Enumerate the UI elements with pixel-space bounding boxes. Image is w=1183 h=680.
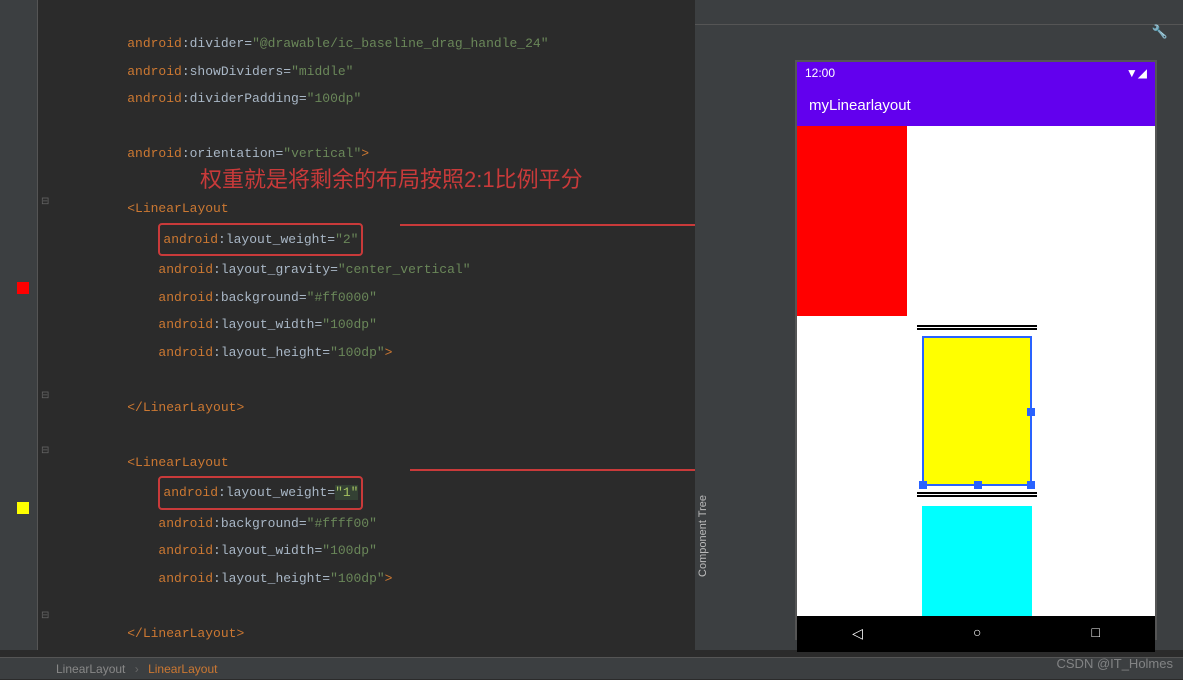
nav-back-icon[interactable]: ◁ bbox=[852, 626, 863, 643]
breadcrumb-separator: › bbox=[129, 662, 145, 676]
code-line[interactable]: <LinearLayout bbox=[56, 195, 676, 223]
nav-home-icon[interactable]: ○ bbox=[973, 626, 981, 642]
app-title: myLinearlayout bbox=[809, 97, 911, 114]
breadcrumb-item[interactable]: LinearLayout bbox=[56, 662, 125, 676]
code-line[interactable]: android:dividerPadding="100dp" bbox=[56, 85, 676, 113]
code-line[interactable]: android:layout_width="100dp" bbox=[56, 311, 676, 339]
annotation-label: 权重就是将剩余的布局按照2:1比例平分 bbox=[200, 162, 583, 194]
code-line[interactable]: </LinearLayout> bbox=[56, 394, 676, 422]
watermark: CSDN @IT_Holmes bbox=[1057, 656, 1174, 671]
fold-marker[interactable]: ⊟ bbox=[41, 390, 51, 400]
divider-bottom bbox=[917, 492, 1037, 497]
code-line[interactable] bbox=[56, 113, 676, 141]
status-icons: ▼◢ bbox=[1126, 66, 1147, 80]
fold-marker[interactable]: ⊟ bbox=[41, 196, 51, 206]
code-line[interactable]: android:layout_height="100dp"> bbox=[56, 565, 676, 593]
divider-top bbox=[917, 325, 1037, 330]
code-line[interactable]: android:showDividers="middle" bbox=[56, 58, 676, 86]
editor-gutter[interactable] bbox=[0, 0, 38, 650]
code-line[interactable]: android:divider="@drawable/ic_baseline_d… bbox=[56, 30, 676, 58]
red-linearlayout[interactable] bbox=[797, 126, 907, 316]
cyan-linearlayout[interactable] bbox=[922, 506, 1032, 616]
nav-recent-icon[interactable]: □ bbox=[1092, 626, 1100, 642]
code-line[interactable]: <LinearLayout bbox=[56, 449, 676, 477]
fold-marker[interactable]: ⊟ bbox=[41, 610, 51, 620]
code-line[interactable]: </LinearLayout> bbox=[56, 620, 676, 648]
code-line[interactable] bbox=[56, 592, 676, 620]
wrench-icon[interactable]: 🔧 bbox=[1152, 25, 1168, 40]
resize-handle[interactable] bbox=[919, 481, 927, 489]
android-nav-bar: ◁ ○ □ bbox=[797, 616, 1155, 652]
device-preview[interactable]: 12:00 ▼◢ myLinearlayout ◁ ○ □ bbox=[795, 60, 1157, 640]
code-line[interactable]: android:layout_width="100dp" bbox=[56, 537, 676, 565]
fold-gutter[interactable]: ⊟ ⊟ ⊟ ⊟ bbox=[38, 0, 56, 650]
fold-marker[interactable]: ⊟ bbox=[41, 445, 51, 455]
layout-preview-panel: 🔧 Component Tree 12:00 ▼◢ myLinearlayout bbox=[695, 0, 1183, 650]
breadcrumb[interactable]: LinearLayout › LinearLayout bbox=[0, 657, 1183, 679]
code-editor[interactable]: android:divider="@drawable/ic_baseline_d… bbox=[56, 0, 676, 650]
code-line[interactable]: android:background="#ff0000" bbox=[56, 284, 676, 312]
code-line[interactable]: android:layout_gravity="center_vertical" bbox=[56, 256, 676, 284]
code-line[interactable] bbox=[56, 366, 676, 394]
android-status-bar: 12:00 ▼◢ bbox=[797, 62, 1155, 86]
code-line[interactable]: android:layout_weight="1" bbox=[56, 476, 676, 510]
preview-toolbar[interactable] bbox=[695, 0, 1183, 25]
color-swatch-yellow[interactable] bbox=[17, 502, 29, 514]
code-line[interactable]: android:background="#ffff00" bbox=[56, 510, 676, 538]
layout-viewport[interactable] bbox=[797, 126, 1155, 616]
resize-handle[interactable] bbox=[974, 481, 982, 489]
resize-handle[interactable] bbox=[1027, 408, 1035, 416]
breadcrumb-current[interactable]: LinearLayout bbox=[148, 662, 217, 676]
app-toolbar: myLinearlayout bbox=[797, 86, 1155, 126]
color-swatch-red[interactable] bbox=[17, 282, 29, 294]
resize-handle[interactable] bbox=[1027, 481, 1035, 489]
code-line[interactable]: android:layout_height="100dp"> bbox=[56, 339, 676, 367]
component-tree-tab[interactable]: Component Tree bbox=[695, 490, 711, 582]
yellow-linearlayout-selected[interactable] bbox=[922, 336, 1032, 486]
code-line[interactable]: android:layout_weight="2" bbox=[56, 223, 676, 257]
code-line[interactable] bbox=[56, 421, 676, 449]
status-time: 12:00 bbox=[805, 66, 835, 80]
